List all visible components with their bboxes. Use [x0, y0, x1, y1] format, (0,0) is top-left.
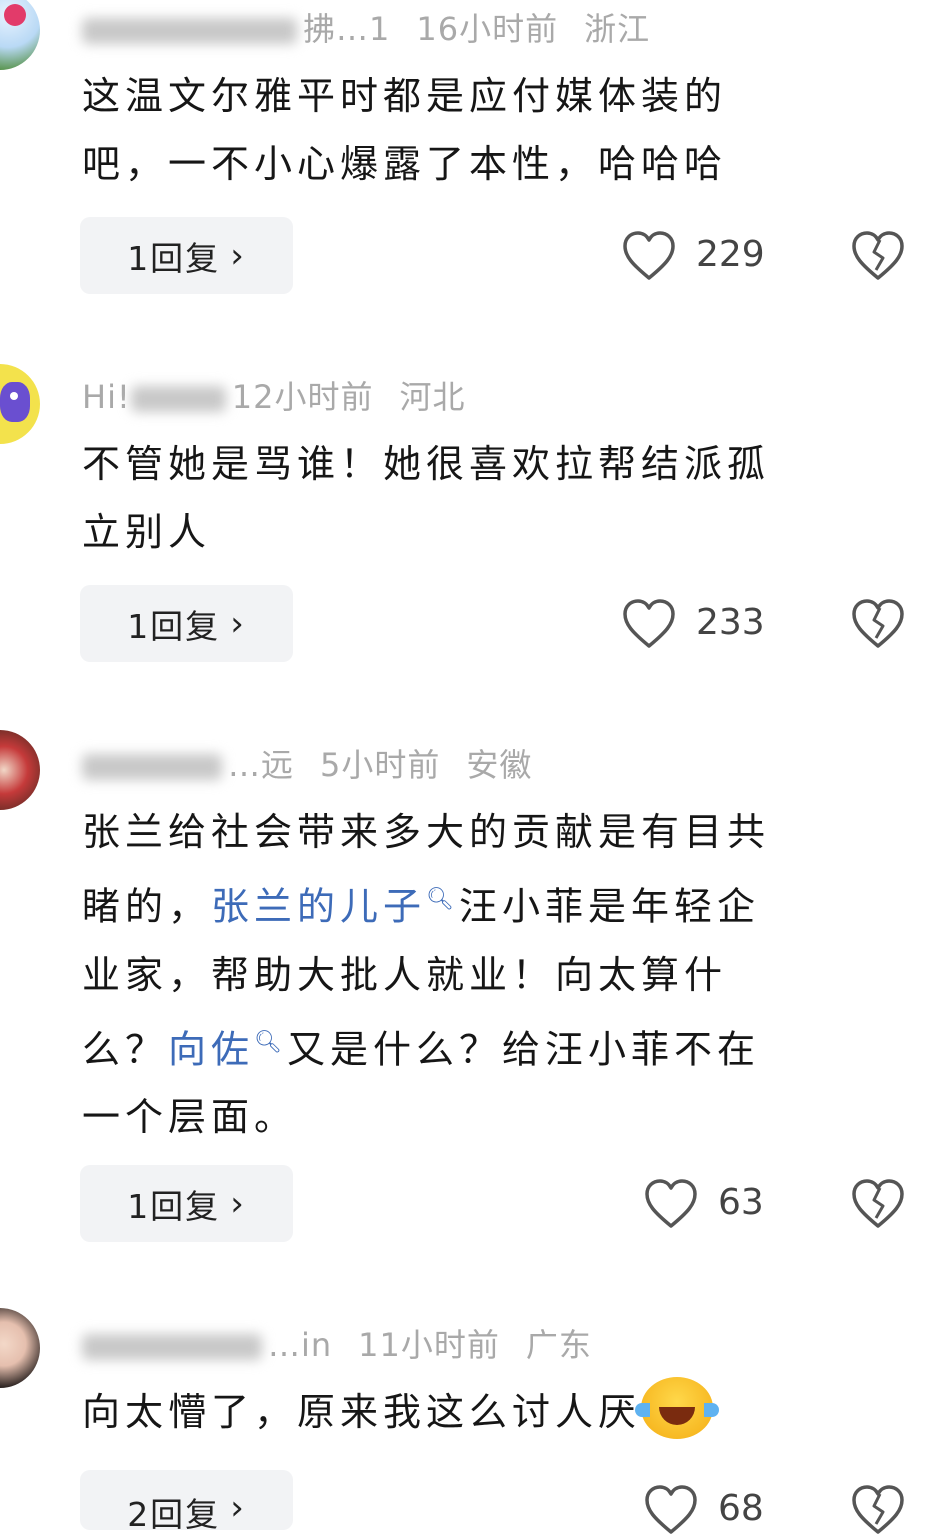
comment-line: 向太懵了，原来我这么讨人厌: [82, 1376, 912, 1446]
heart-outline-icon[interactable]: [644, 1178, 698, 1230]
heart-outline-icon[interactable]: [644, 1484, 698, 1536]
comment-line: 这温文尔雅平时都是应付媒体装的: [82, 74, 728, 118]
reply-button[interactable]: 1回复 ›: [80, 217, 293, 294]
reply-label: 2回复: [127, 1495, 221, 1534]
broken-heart-icon[interactable]: [851, 1484, 905, 1536]
comment-region: 广东: [525, 1326, 592, 1364]
chevron-right-icon: ›: [230, 603, 246, 644]
comment-line: 业家，帮助大批人就业！向太算什: [82, 952, 728, 997]
broken-heart-icon[interactable]: [851, 230, 905, 282]
reply-button[interactable]: 2回复 ›: [80, 1470, 293, 1534]
comment-meta: …远 5小时前 安徽: [82, 740, 532, 786]
comment-region: 浙江: [584, 10, 651, 48]
chevron-right-icon: ›: [230, 235, 246, 276]
comment-time: 11小时前: [358, 1326, 500, 1364]
comment-region: 河北: [399, 378, 466, 416]
heart-outline-icon[interactable]: [622, 230, 676, 282]
chevron-right-icon: ›: [230, 1488, 246, 1528]
reply-button[interactable]: 1回复 ›: [80, 585, 293, 662]
search-icon[interactable]: 🔍︎: [426, 887, 459, 912]
reply-label: 1回复: [127, 606, 221, 646]
search-link[interactable]: 张兰的儿子: [211, 885, 426, 929]
reply-label: 1回复: [127, 1186, 221, 1226]
reply-button[interactable]: 1回复 ›: [80, 1165, 293, 1242]
comment-line: 么？向佐🔍︎又是什么？给汪小菲不在: [82, 1027, 760, 1072]
reply-label: 1回复: [127, 238, 221, 278]
comment-meta: Hi! 12小时前 河北: [82, 372, 466, 418]
comment-line: 立别人: [82, 510, 212, 554]
like-count: 233: [696, 602, 765, 643]
search-link[interactable]: 向佐: [168, 1027, 254, 1071]
avatar[interactable]: [0, 1308, 40, 1388]
comment-line: 睹的，张兰的儿子🔍︎汪小菲是年轻企: [82, 884, 760, 929]
username[interactable]: …远: [82, 746, 294, 784]
like-count: 229: [696, 234, 765, 275]
chevron-right-icon: ›: [230, 1183, 246, 1224]
comment-text: 张兰给社会带来多大的贡献是有目共 睹的，张兰的儿子🔍︎汪小菲是年轻企 业家，帮助…: [82, 798, 912, 1151]
search-icon[interactable]: 🔍︎: [254, 1030, 287, 1055]
username[interactable]: …in: [82, 1326, 332, 1364]
like-count: 63: [718, 1182, 764, 1223]
comment-text: 这温文尔雅平时都是应付媒体装的 吧，一不小心爆露了本性，哈哈哈: [82, 62, 912, 198]
comment-text: 向太懵了，原来我这么讨人厌: [82, 1376, 912, 1446]
comment-region: 安徽: [466, 746, 533, 784]
comment-line: 不管她是骂谁！她很喜欢拉帮结派孤: [82, 442, 771, 486]
comment-time: 12小时前: [231, 378, 374, 416]
laughing-crying-emoji: [635, 1376, 720, 1439]
username[interactable]: 拂…1: [82, 10, 390, 48]
avatar[interactable]: [0, 364, 40, 444]
comment-line: 张兰给社会带来多大的贡献是有目共: [82, 810, 771, 854]
comment-line: 一个层面。: [82, 1095, 298, 1140]
heart-outline-icon[interactable]: [622, 598, 676, 650]
comment-time: 16小时前: [416, 10, 559, 48]
username[interactable]: Hi!: [82, 378, 232, 416]
avatar[interactable]: [0, 730, 40, 810]
like-count: 68: [718, 1488, 764, 1529]
comment-line: 吧，一不小心爆露了本性，哈哈哈: [82, 142, 728, 186]
comment-meta: 拂…1 16小时前 浙江: [82, 4, 650, 50]
comment-text: 不管她是骂谁！她很喜欢拉帮结派孤 立别人: [82, 430, 912, 566]
broken-heart-icon[interactable]: [851, 1178, 905, 1230]
comment-meta: …in 11小时前 广东: [82, 1320, 592, 1366]
comment-time: 5小时前: [320, 746, 441, 784]
avatar[interactable]: [0, 0, 40, 70]
broken-heart-icon[interactable]: [851, 598, 905, 650]
